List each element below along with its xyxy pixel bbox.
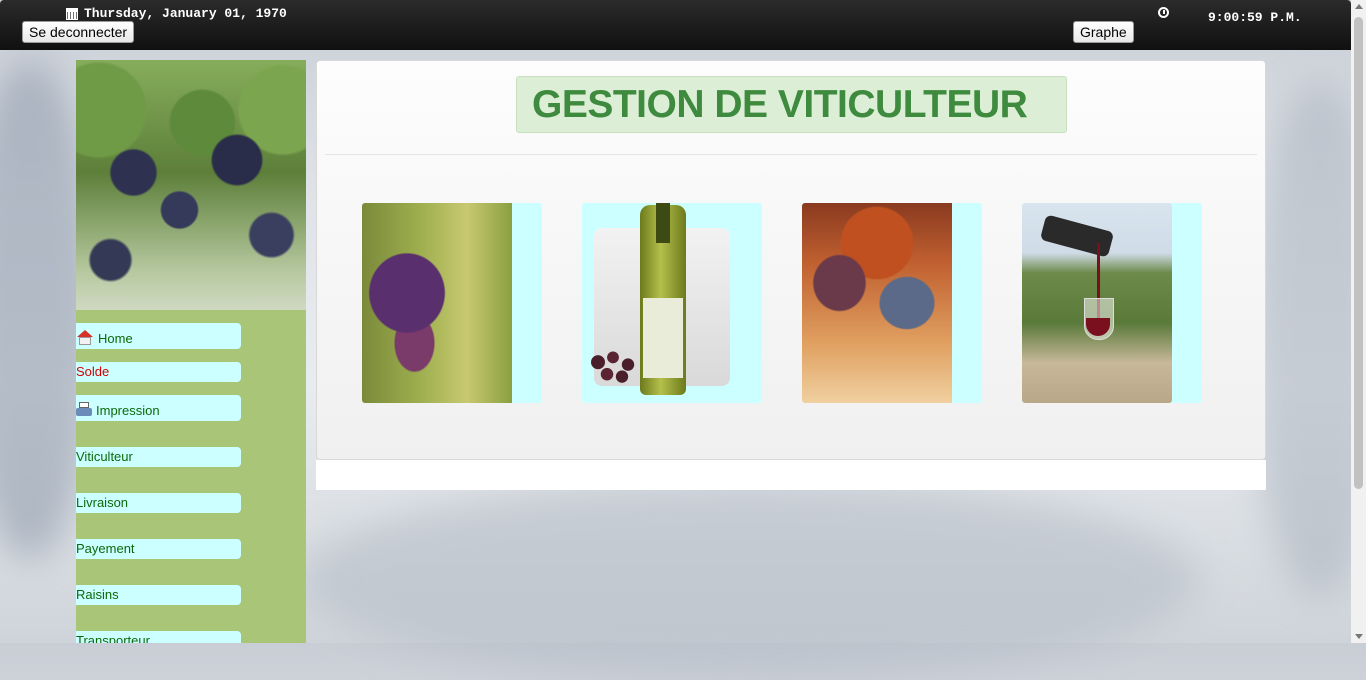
- sidebar-item-label: Transporteur: [76, 633, 150, 643]
- scroll-down-icon[interactable]: [1355, 634, 1363, 639]
- scroll-up-icon[interactable]: [1355, 4, 1363, 9]
- time-text: 9:00:59 P.M.: [1208, 10, 1302, 25]
- sidebar-item-payement[interactable]: Payement: [76, 539, 241, 559]
- sidebar-item-label: Raisins: [76, 587, 119, 602]
- panel-footer: [316, 460, 1266, 490]
- sidebar-item-raisins[interactable]: Raisins: [76, 585, 241, 605]
- date-text: Thursday, January 01, 1970: [84, 6, 287, 21]
- graph-button[interactable]: Graphe: [1073, 21, 1134, 43]
- gallery-card-grapes: [362, 203, 542, 403]
- sidebar-item-solde[interactable]: Solde: [76, 362, 241, 382]
- sidebar-item-label: Livraison: [76, 495, 129, 510]
- page-title: GESTION DE VITICULTEUR: [532, 83, 1028, 126]
- logout-button[interactable]: Se deconnecter: [22, 21, 135, 43]
- gallery-card-bottle: [582, 203, 762, 403]
- grape-cluster-image: [362, 203, 512, 403]
- wine-bottle-image: [582, 203, 762, 403]
- sidebar-item-livraison[interactable]: Livraison: [76, 493, 241, 513]
- autumn-grapes-image: [802, 203, 952, 403]
- gallery-card-autumn-grapes: [802, 203, 982, 403]
- sidebar-item-label: Viticulteur: [76, 449, 133, 464]
- divider: [325, 154, 1257, 155]
- printer-icon: [76, 402, 92, 418]
- sidebar-item-label: Solde: [76, 364, 110, 379]
- title-banner: GESTION DE VITICULTEUR: [516, 76, 1067, 133]
- gallery-card-vineyard-pour: [1022, 203, 1202, 403]
- vineyard-banner-image: [76, 60, 306, 310]
- scroll-thumb[interactable]: [1354, 17, 1363, 489]
- clock-icon: [1158, 7, 1169, 18]
- calendar-icon: [66, 7, 78, 20]
- date-display: Thursday, January 01, 1970: [66, 6, 287, 21]
- sidebar-item-viticulteur[interactable]: Viticulteur: [76, 447, 241, 467]
- main-panel: GESTION DE VITICULTEUR: [316, 60, 1266, 460]
- sidebar-item-label: Payement: [76, 541, 135, 556]
- page-scrollbar[interactable]: [1351, 0, 1366, 643]
- home-icon: [76, 330, 94, 346]
- sidebar-item-impression[interactable]: Impression: [76, 395, 241, 421]
- wine-pour-vineyard-image: [1022, 203, 1172, 403]
- sidebar-item-transporteur[interactable]: Transporteur: [76, 631, 241, 643]
- top-bar: Thursday, January 01, 1970 Se deconnecte…: [0, 0, 1351, 50]
- sidebar: Home Solde Impression Viticulteur Livrai…: [76, 60, 306, 643]
- sidebar-item-label: Home: [98, 331, 133, 346]
- sidebar-item-home[interactable]: Home: [76, 323, 241, 349]
- sidebar-item-label: Impression: [96, 403, 160, 418]
